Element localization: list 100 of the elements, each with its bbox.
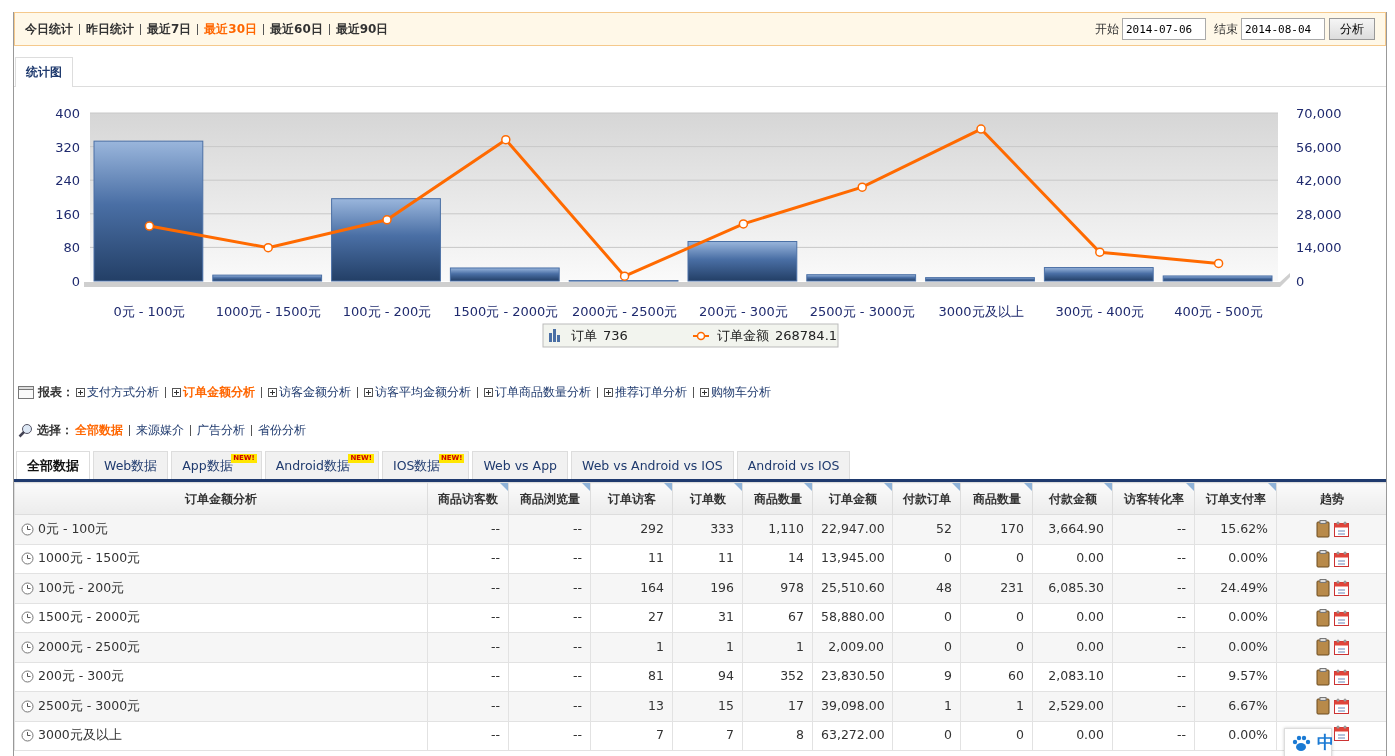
table-cell: 2,009.00: [812, 632, 893, 662]
category-label: 1000元 - 1500元: [215, 304, 321, 319]
table-cell: 2,529.00: [1032, 691, 1113, 721]
date-range-link[interactable]: 昨日统计: [86, 20, 134, 38]
clock-icon: [21, 670, 34, 684]
category-label: 2000元 - 2500元: [572, 304, 678, 319]
table-cell: 0.00%: [1194, 603, 1277, 633]
filter-link[interactable]: 访客金额分析: [279, 383, 351, 401]
expand-icon: [268, 387, 277, 397]
axis-label: 80: [63, 240, 80, 256]
clipboard-icon[interactable]: [1315, 579, 1330, 598]
table-cell: 7: [672, 721, 743, 751]
column-header[interactable]: 付款订单: [892, 482, 961, 515]
column-header[interactable]: 订单支付率: [1194, 482, 1277, 515]
column-header[interactable]: 订单数: [672, 482, 743, 515]
tab[interactable]: Web vs App: [472, 451, 568, 479]
table-cell: 0: [960, 632, 1033, 662]
column-header[interactable]: 商品数量: [742, 482, 813, 515]
expand-icon: [700, 387, 709, 397]
search-icon: [18, 422, 33, 438]
table-cell: --: [508, 662, 591, 692]
filter-link[interactable]: 订单商品数量分析: [495, 383, 591, 401]
column-header[interactable]: 订单访客: [590, 482, 673, 515]
table-cell: --: [1112, 514, 1195, 544]
table-cell: 15: [672, 691, 743, 721]
column-header[interactable]: 订单金额: [812, 482, 893, 515]
tab[interactable]: 统计图: [15, 57, 73, 87]
table-cell: 0: [892, 721, 961, 751]
column-header[interactable]: 商品访客数: [427, 482, 509, 515]
table-cell: --: [427, 544, 509, 574]
calendar-icon[interactable]: [1333, 609, 1349, 626]
table-cell: 27: [590, 603, 673, 633]
table-cell: --: [1112, 691, 1195, 721]
column-header[interactable]: 趋势: [1276, 482, 1386, 515]
tab[interactable]: 全部数据: [16, 451, 90, 479]
calendar-icon[interactable]: [1333, 698, 1349, 715]
calendar-icon[interactable]: [1333, 550, 1349, 567]
start-date-field[interactable]: 2014-07-06: [1122, 18, 1206, 40]
row-label: 1500元 - 2000元: [38, 608, 141, 627]
column-header[interactable]: 订单金额分析: [14, 482, 428, 515]
clipboard-icon[interactable]: [1315, 520, 1330, 539]
filter-link[interactable]: 省份分析: [258, 421, 306, 439]
clock-icon: [21, 581, 34, 595]
section-label: 选择：: [37, 422, 73, 439]
clipboard-icon[interactable]: [1315, 608, 1330, 627]
column-header[interactable]: 付款金额: [1032, 482, 1113, 515]
filter-link[interactable]: 广告分析: [197, 421, 245, 439]
tab[interactable]: Web vs Android vs IOS: [571, 451, 734, 479]
input-method-indicator[interactable]: 中: [1284, 728, 1332, 756]
table-cell: 11: [590, 544, 673, 574]
table-cell: --: [427, 691, 509, 721]
filter-link[interactable]: 推荐订单分析: [615, 383, 687, 401]
table-cell: 0.00%: [1194, 632, 1277, 662]
table-cell: --: [508, 632, 591, 662]
filter-link[interactable]: 支付方式分析: [87, 383, 159, 401]
clipboard-icon[interactable]: [1315, 549, 1330, 568]
table-cell: --: [1112, 662, 1195, 692]
table-cell: --: [1112, 544, 1195, 574]
table-cell: 7: [590, 721, 673, 751]
filter-link[interactable]: 访客平均金额分析: [375, 383, 471, 401]
clipboard-icon[interactable]: [1315, 667, 1330, 686]
table-cell: --: [508, 544, 591, 574]
tab[interactable]: Android vs IOS: [736, 451, 851, 479]
table-cell: --: [508, 573, 591, 603]
expand-icon: [172, 387, 181, 397]
clipboard-icon[interactable]: [1315, 638, 1330, 657]
tab[interactable]: Web数据: [93, 451, 169, 479]
column-header[interactable]: 商品数量: [960, 482, 1033, 515]
axis-label: 0: [1296, 274, 1305, 289]
axis-label: 240: [55, 173, 80, 189]
table-cell: 1,110: [742, 514, 813, 544]
table-cell: 0: [892, 632, 961, 662]
filter-link[interactable]: 购物车分析: [711, 383, 771, 401]
date-range-link[interactable]: 今日统计: [25, 20, 73, 38]
calendar-icon[interactable]: [1333, 639, 1349, 656]
column-header[interactable]: 商品浏览量: [508, 482, 591, 515]
category-label: 100元 - 200元: [342, 304, 432, 319]
clipboard-icon[interactable]: [1315, 697, 1330, 716]
calendar-icon[interactable]: [1333, 724, 1349, 741]
axis-label: 28,000: [1296, 206, 1342, 222]
table-cell: 978: [742, 573, 813, 603]
axis-label: 56,000: [1296, 139, 1342, 155]
filter-link[interactable]: 来源媒介: [136, 421, 184, 439]
axis-label: 160: [55, 206, 80, 222]
table-cell: 48: [892, 573, 961, 603]
analyze-button[interactable]: 分析: [1329, 18, 1375, 40]
category-label: 3000元及以上: [938, 304, 1024, 319]
clock-icon: [21, 522, 34, 536]
table-cell: 292: [590, 514, 673, 544]
date-range-link[interactable]: 最近60日: [270, 20, 323, 38]
end-date-field[interactable]: 2014-08-04: [1241, 18, 1325, 40]
calendar-icon[interactable]: [1333, 668, 1349, 685]
calendar-icon[interactable]: [1333, 521, 1349, 538]
calendar-icon[interactable]: [1333, 580, 1349, 597]
column-header[interactable]: 访客转化率: [1112, 482, 1195, 515]
date-range-link[interactable]: 最近90日: [335, 20, 389, 38]
table-cell: 1: [672, 632, 743, 662]
paw-icon: [1291, 734, 1311, 752]
date-range-link[interactable]: 最近7日: [147, 20, 192, 38]
table-cell: 94: [672, 662, 743, 692]
